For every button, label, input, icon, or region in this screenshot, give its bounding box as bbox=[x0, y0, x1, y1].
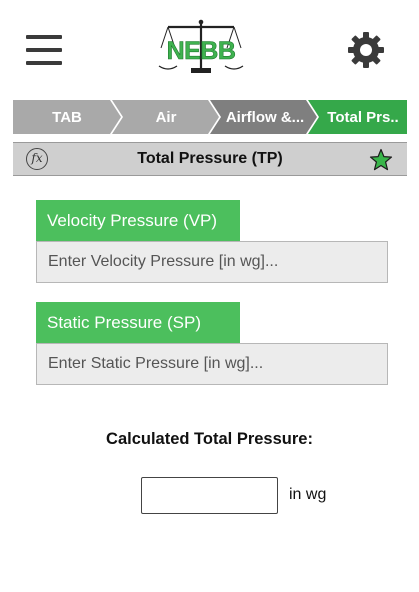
calculator-titlebar: Total Pressure (TP) fx bbox=[13, 142, 407, 176]
app-header: NEBB bbox=[0, 0, 419, 92]
result-output bbox=[141, 477, 278, 514]
page-title: Total Pressure (TP) bbox=[137, 150, 283, 167]
breadcrumb: TAB Air Airflow &... Total Prs.. bbox=[13, 100, 407, 134]
svg-text:Total Prs..: Total Prs.. bbox=[327, 109, 398, 126]
breadcrumb-item-airflow[interactable]: Airflow &... bbox=[210, 100, 317, 134]
result-unit: in wg bbox=[289, 486, 327, 503]
star-icon[interactable] bbox=[369, 148, 393, 172]
sp-label: Static Pressure (SP) bbox=[36, 302, 240, 343]
gear-icon[interactable] bbox=[346, 30, 386, 70]
svg-text:TAB: TAB bbox=[52, 109, 82, 126]
svg-text:Air: Air bbox=[156, 109, 177, 126]
breadcrumb-item-air[interactable]: Air bbox=[112, 100, 219, 134]
vp-input[interactable] bbox=[36, 241, 388, 283]
formula-icon[interactable]: fx bbox=[26, 148, 48, 170]
hamburger-menu-icon[interactable] bbox=[26, 33, 62, 65]
breadcrumb-item-total-pressure[interactable]: Total Prs.. bbox=[308, 100, 407, 134]
svg-text:NEBB: NEBB bbox=[167, 37, 236, 65]
sp-input[interactable] bbox=[36, 343, 388, 385]
result-label: Calculated Total Pressure: bbox=[106, 430, 313, 448]
breadcrumb-item-tab[interactable]: TAB bbox=[13, 100, 121, 134]
nebb-logo: NEBB bbox=[158, 19, 244, 73]
vp-label: Velocity Pressure (VP) bbox=[36, 200, 240, 241]
svg-text:Airflow &...: Airflow &... bbox=[226, 109, 304, 126]
